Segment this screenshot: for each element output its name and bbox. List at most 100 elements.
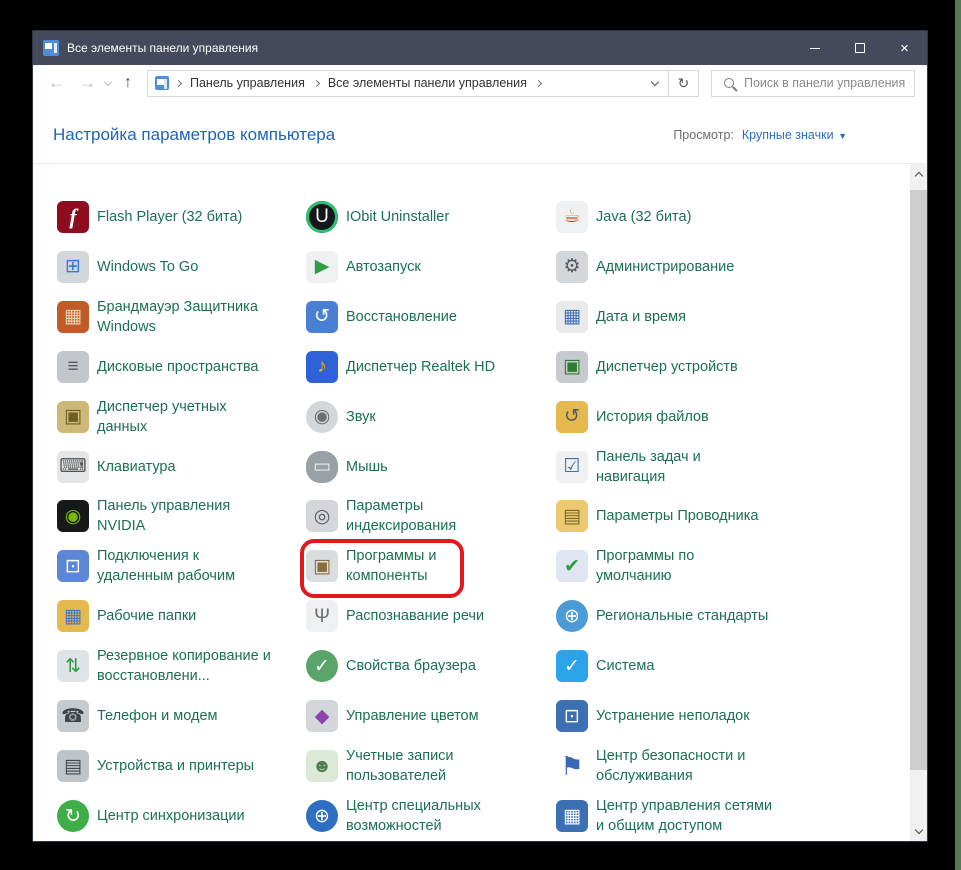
control-panel-item[interactable]: ▦ Центр управления сетями и общим доступо… (556, 791, 856, 841)
scroll-down-button[interactable] (910, 822, 927, 841)
back-button[interactable]: ← (41, 73, 72, 93)
control-panel-item[interactable]: ♪ Диспетчер Realtek HD (306, 342, 556, 392)
control-panel-item[interactable]: ▣ Диспетчер устройств (556, 342, 856, 392)
refresh-button[interactable]: ↻ (668, 70, 698, 96)
administrative-tools-icon: ⚙ (556, 250, 588, 283)
control-panel-item[interactable]: ⚙ Администрирование (556, 242, 856, 292)
speech-recognition-icon: Ψ (306, 600, 338, 633)
control-panel-item[interactable]: ≡ Дисковые пространства (57, 342, 306, 392)
flash-player-icon: f (57, 200, 89, 233)
forward-button[interactable]: → (72, 73, 103, 93)
breadcrumb-item[interactable]: Все элементы панели управления (326, 76, 529, 90)
control-panel-item[interactable]: ◎ Параметры индексирования (306, 492, 556, 542)
control-panel-item[interactable]: ↺ История файлов (556, 392, 856, 442)
item-label: Автозапуск (346, 258, 421, 275)
item-label: Устранение неполадок (596, 708, 750, 725)
up-button[interactable]: ↑ (115, 74, 141, 92)
control-panel-item[interactable]: ⊡ Подключения к удаленным рабочим (57, 541, 306, 591)
breadcrumb: Панель управления Все элементы панели упр… (188, 76, 548, 90)
control-panel-item[interactable]: ⌨ Клавиатура (57, 442, 306, 492)
control-panel-item[interactable]: U IObit Uninstaller (306, 192, 556, 242)
breadcrumb-item[interactable]: Панель управления (188, 76, 307, 90)
control-panel-item[interactable]: ⇅ Резервное копирование и восстановлени..… (57, 641, 306, 691)
control-panel-item[interactable]: ↺ Восстановление (306, 292, 556, 342)
control-panel-item[interactable]: ✓ Свойства браузера (306, 641, 556, 691)
control-panel-item[interactable]: ⊞ Windows To Go (57, 242, 306, 292)
item-label: Java (32 бита) (596, 208, 692, 225)
search-input[interactable]: Поиск в панели управления (711, 69, 915, 97)
control-panel-item[interactable]: ◉ Звук (306, 392, 556, 442)
control-panel-item[interactable]: ▤ Устройства и принтеры (57, 741, 306, 791)
windows-firewall-icon: ▦ (57, 300, 89, 333)
chevron-down-icon (650, 77, 660, 86)
maximize-button[interactable] (837, 31, 882, 65)
scroll-down-icon (914, 825, 923, 835)
control-panel-item[interactable]: ⊡ Устранение неполадок (556, 691, 856, 741)
network-sharing-center-icon: ▦ (556, 800, 588, 833)
search-placeholder: Поиск в панели управления (744, 76, 906, 90)
control-panel-item[interactable]: ↻ Центр синхронизации (57, 791, 306, 841)
breadcrumb-separator-icon (312, 79, 320, 87)
control-panel-item[interactable]: ☻ Учетные записи пользователей (306, 741, 556, 791)
recovery-icon: ↺ (306, 300, 338, 333)
breadcrumb-separator-icon (174, 79, 183, 87)
control-panel-item[interactable]: ⊕ Центр специальных возможностей (306, 791, 556, 841)
item-label: Учетные записи пользователей (346, 748, 454, 785)
scroll-up-icon (914, 171, 923, 180)
control-panel-item[interactable]: ▦ Брандмауэр Защитника Windows (57, 292, 306, 342)
vertical-scrollbar[interactable] (910, 164, 927, 841)
control-panel-item[interactable]: ☎ Телефон и модем (57, 691, 306, 741)
default-programs-icon: ✔ (556, 550, 588, 583)
control-panel-item[interactable]: ✓ Система (556, 641, 856, 691)
control-panel-item[interactable]: ▣ Диспетчер учетных данных (57, 392, 306, 442)
security-maintenance-icon: ⚑ (560, 751, 584, 782)
control-panel-item[interactable]: ▦ Рабочие папки (57, 591, 306, 641)
programs-and-features-icon: ▣ (306, 550, 338, 583)
control-panel-item[interactable]: ☑ Панель задач и навигация (556, 442, 856, 492)
control-panel-item[interactable]: ▭ Мышь (306, 442, 556, 492)
minimize-button[interactable] (792, 31, 837, 65)
control-panel-item[interactable]: ▤ Параметры Проводника (556, 492, 856, 542)
address-toolbar: ← → ↑ Панель управления Все элементы пане… (33, 65, 927, 101)
control-panel-item[interactable]: f Flash Player (32 бита) (57, 192, 306, 242)
troubleshooting-icon: ⊡ (556, 700, 588, 733)
recent-pages-button[interactable] (103, 74, 115, 92)
mouse-icon: ▭ (306, 450, 338, 483)
item-label: Подключения к удаленным рабочим (97, 548, 236, 585)
realtek-hd-icon: ♪ (306, 350, 338, 383)
control-panel-item[interactable]: ⊕ Региональные стандарты (556, 591, 856, 641)
item-label: Панель задач и навигация (596, 448, 701, 485)
device-manager-icon: ▣ (556, 350, 588, 383)
devices-printers-icon: ▤ (57, 750, 89, 783)
item-label: Flash Player (32 бита) (97, 208, 243, 225)
control-panel-item[interactable]: ◆ Управление цветом (306, 691, 556, 741)
backup-restore-icon: ⇅ (57, 650, 89, 683)
item-label: Система (596, 658, 655, 675)
control-panel-item[interactable]: ▦ Дата и время (556, 292, 856, 342)
control-panel-item[interactable]: ☕ Java (32 бита) (556, 192, 856, 242)
control-panel-item[interactable]: ◉ Панель управления NVIDIA (57, 492, 306, 542)
control-panel-item[interactable]: ⚑ Центр безопасности и обслуживания (556, 741, 856, 791)
control-panel-item[interactable]: ▶ Автозапуск (306, 242, 556, 292)
system-icon: ✓ (556, 650, 588, 683)
maximize-icon (854, 43, 865, 53)
item-label: Программы и компоненты (346, 548, 437, 585)
close-button[interactable]: × (882, 31, 927, 65)
back-icon: ← (48, 73, 65, 92)
items-area: f Flash Player (32 бита) ⊞ Windows To Go ▦ Бр… (33, 163, 927, 841)
item-label: Программы по умолчанию (596, 548, 695, 585)
desktop-edge-strip (955, 0, 961, 870)
control-panel-item[interactable]: ✔ Программы по умолчанию (556, 541, 856, 591)
items-column-3: ☕ Java (32 бита) ⚙ Администрирование ▦ Дата и… (556, 192, 856, 841)
address-dropdown-button[interactable] (642, 71, 668, 96)
scroll-up-button[interactable] (910, 164, 927, 183)
item-label: Центр специальных возможностей (346, 798, 481, 835)
scrollbar-thumb[interactable] (910, 190, 927, 770)
item-label: Диспетчер Realtek HD (346, 358, 496, 375)
control-panel-item[interactable]: Ψ Распознавание речи (306, 591, 556, 641)
address-bar[interactable]: Панель управления Все элементы панели упр… (147, 69, 699, 97)
item-label: Рабочие папки (97, 608, 197, 625)
item-label: Администрирование (596, 258, 735, 275)
view-by-dropdown[interactable]: Крупные значки ▼ (742, 128, 847, 142)
control-panel-item[interactable]: ▣ Программы и компоненты (300, 539, 556, 599)
